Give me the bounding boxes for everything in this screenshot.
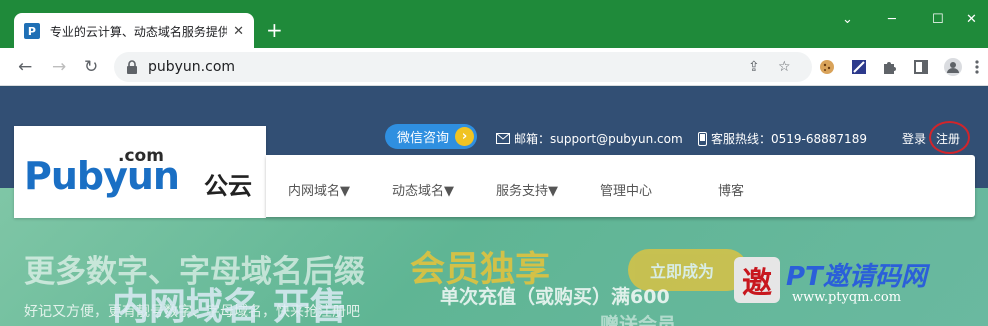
hero-promo-text-2: 赠送会员 bbox=[600, 314, 677, 326]
phone-icon bbox=[698, 131, 707, 146]
watermark-url: www.ptyqm.com bbox=[792, 290, 902, 305]
annotation-circle bbox=[929, 121, 970, 154]
extension-icon[interactable] bbox=[850, 58, 868, 76]
sidebar-icon[interactable] bbox=[912, 58, 930, 76]
forward-button[interactable]: → bbox=[52, 57, 66, 77]
nav-management[interactable]: 管理中心 bbox=[600, 180, 652, 199]
email-address[interactable]: support@pubyun.com bbox=[550, 132, 683, 146]
logo-cn-text: 公云 bbox=[204, 172, 252, 200]
login-link[interactable]: 登录 bbox=[902, 130, 926, 147]
watermark-text: PT邀请码网 bbox=[786, 262, 927, 292]
nav-support[interactable]: 服务支持▼ bbox=[496, 180, 558, 199]
new-tab-button[interactable]: + bbox=[266, 20, 283, 40]
profile-icon[interactable] bbox=[944, 58, 962, 76]
url-text[interactable]: pubyun.com bbox=[148, 59, 235, 75]
watermark-logo-icon: 邀 bbox=[734, 257, 780, 303]
close-window-button[interactable]: ✕ bbox=[966, 12, 977, 27]
logo-wordmark: Pubyun bbox=[24, 154, 180, 198]
minimize-button[interactable]: ─ bbox=[888, 12, 896, 27]
lock-icon[interactable] bbox=[126, 60, 138, 74]
watermark-glyph: 邀 bbox=[742, 266, 772, 301]
site-favicon-icon: P bbox=[24, 23, 40, 39]
menu-icon[interactable] bbox=[972, 58, 982, 76]
hotline-label: 客服热线： bbox=[711, 132, 772, 146]
site-logo[interactable]: .com Pubyun 公云 bbox=[14, 126, 266, 218]
nav-dynamic-domain[interactable]: 动态域名▼ bbox=[392, 180, 454, 199]
hero-intranet-title: 内网域名 开售 bbox=[112, 285, 347, 326]
hero-promo-text: 单次充值（或购买）满600 bbox=[440, 286, 670, 308]
browser-titlebar: P 专业的云计算、动态域名服务提供商 ✕ + ⌄ ─ ☐ ✕ bbox=[0, 0, 988, 49]
tab-title: 专业的云计算、动态域名服务提供商 bbox=[49, 24, 228, 39]
reload-button[interactable]: ↻ bbox=[84, 57, 98, 77]
share-icon[interactable]: ⇪ bbox=[748, 59, 760, 75]
nav-blog[interactable]: 博客 bbox=[718, 180, 744, 199]
browser-toolbar: ← → ↻ pubyun.com ⇪ ☆ bbox=[0, 48, 988, 86]
puzzle-icon[interactable] bbox=[880, 58, 898, 76]
email-label: 邮箱： bbox=[514, 132, 551, 146]
wechat-consult-label: 微信咨询 bbox=[397, 131, 450, 146]
hotline-number: 0519-68887189 bbox=[771, 131, 867, 146]
bookmark-star-icon[interactable]: ☆ bbox=[778, 59, 791, 75]
arrow-right-icon: › bbox=[455, 127, 474, 146]
maximize-button[interactable]: ☐ bbox=[932, 12, 944, 27]
tab-close-icon[interactable]: ✕ bbox=[233, 24, 244, 39]
hero-cta-label: 立即成为 bbox=[650, 262, 715, 281]
contact-email: 邮箱： support@pubyun.com bbox=[496, 130, 683, 147]
nav-intranet-domain[interactable]: 内网域名▼ bbox=[288, 180, 350, 199]
address-bar[interactable]: pubyun.com ⇪ ☆ bbox=[114, 52, 812, 82]
browser-tab[interactable]: P 专业的云计算、动态域名服务提供商 ✕ bbox=[14, 13, 254, 49]
contact-hotline: 客服热线： 0519-68887189 bbox=[698, 130, 867, 147]
wechat-consult-button[interactable]: 微信咨询 › bbox=[385, 124, 477, 149]
mail-icon bbox=[496, 133, 510, 144]
back-button[interactable]: ← bbox=[18, 57, 32, 77]
main-nav: 内网域名▼ 动态域名▼ 服务支持▼ 管理中心 博客 bbox=[266, 155, 975, 217]
cookie-icon[interactable] bbox=[818, 58, 836, 76]
tab-search-icon[interactable]: ⌄ bbox=[842, 12, 853, 27]
